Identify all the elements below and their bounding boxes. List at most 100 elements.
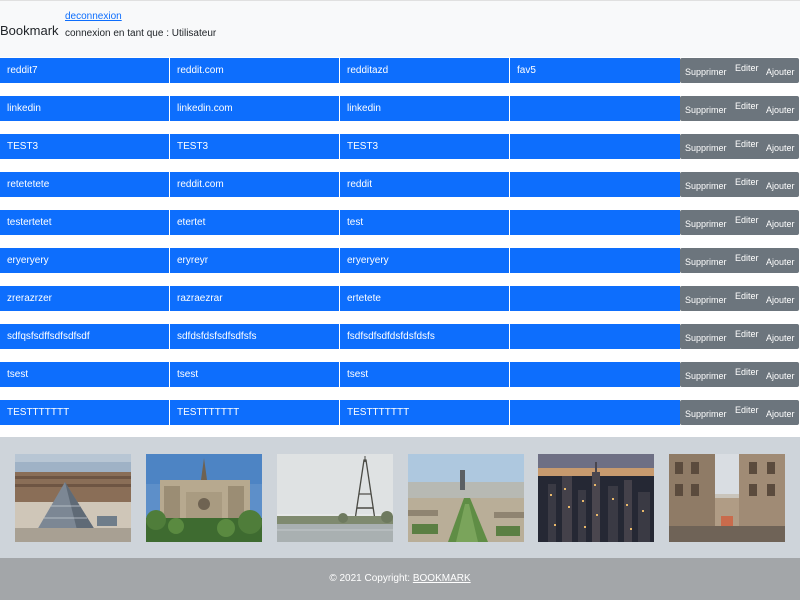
bookmark-name: testertetet xyxy=(0,210,169,235)
bookmark-title: fsdfsdfsdfdsfdsfdsfs xyxy=(340,324,509,349)
add-button[interactable]: Ajouter xyxy=(766,333,795,343)
add-button[interactable]: Ajouter xyxy=(766,143,795,153)
add-button[interactable]: Ajouter xyxy=(766,219,795,229)
bookmark-tag xyxy=(510,172,680,197)
bookmark-row: TESTTTTTTT TESTTTTTTT TESTTTTTTT Supprim… xyxy=(0,400,800,425)
row-actions: Supprimer Editer Ajouter xyxy=(680,172,799,197)
delete-button[interactable]: Supprimer xyxy=(685,105,727,115)
bookmark-url: razraezrar xyxy=(170,286,339,311)
edit-button[interactable]: Editer xyxy=(735,139,759,149)
row-actions: Supprimer Editer Ajouter xyxy=(680,210,799,235)
bookmark-tag xyxy=(510,96,680,121)
bookmark-tag xyxy=(510,362,680,387)
bookmark-title: linkedin xyxy=(340,96,509,121)
bookmark-title: ertetete xyxy=(340,286,509,311)
bookmark-row: reddit7 reddit.com redditazd fav5 Suppri… xyxy=(0,58,800,83)
delete-button[interactable]: Supprimer xyxy=(685,219,727,229)
add-button[interactable]: Ajouter xyxy=(766,181,795,191)
bookmark-row: sdfqsfsdffsdfsdfsdf sdfdsfdsfsdfsdfsfs f… xyxy=(0,324,800,349)
edit-button[interactable]: Editer xyxy=(735,253,759,263)
bookmark-name: tsest xyxy=(0,362,169,387)
footer: © 2021 Copyright: BOOKMARK xyxy=(0,558,800,600)
bookmark-row: testertetet etertet test Supprimer Edite… xyxy=(0,210,800,235)
bookmark-url: reddit.com xyxy=(170,58,339,83)
add-button[interactable]: Ajouter xyxy=(766,67,795,77)
edit-button[interactable]: Editer xyxy=(735,329,759,339)
bookmark-tag: fav5 xyxy=(510,58,680,83)
bookmark-name: sdfqsfsdffsdfsdfsdf xyxy=(0,324,169,349)
delete-button[interactable]: Supprimer xyxy=(685,295,727,305)
row-actions: Supprimer Editer Ajouter xyxy=(680,248,799,273)
bookmark-tag xyxy=(510,134,680,159)
edit-button[interactable]: Editer xyxy=(735,63,759,73)
bookmark-tag xyxy=(510,248,680,273)
bookmark-name: retetetete xyxy=(0,172,169,197)
edit-button[interactable]: Editer xyxy=(735,177,759,187)
bookmark-row: linkedin linkedin.com linkedin Supprimer… xyxy=(0,96,800,121)
row-actions: Supprimer Editer Ajouter xyxy=(680,96,799,121)
bookmark-title: reddit xyxy=(340,172,509,197)
edit-button[interactable]: Editer xyxy=(735,291,759,301)
bookmark-row: eryeryery eryreyr eryeryery Supprimer Ed… xyxy=(0,248,800,273)
edit-button[interactable]: Editer xyxy=(735,101,759,111)
bookmark-name: TEST3 xyxy=(0,134,169,159)
bookmark-title: TESTTTTTTT xyxy=(340,400,509,425)
delete-button[interactable]: Supprimer xyxy=(685,333,727,343)
delete-button[interactable]: Supprimer xyxy=(685,181,727,191)
bookmark-name: eryeryery xyxy=(0,248,169,273)
row-actions: Supprimer Editer Ajouter xyxy=(680,362,799,387)
photo-paris-panorama xyxy=(408,454,524,542)
bookmark-row: tsest tsest tsest Supprimer Editer Ajout… xyxy=(0,362,800,387)
bookmark-title: redditazd xyxy=(340,58,509,83)
bookmark-title: eryeryery xyxy=(340,248,509,273)
bookmark-name: TESTTTTTTT xyxy=(0,400,169,425)
delete-button[interactable]: Supprimer xyxy=(685,143,727,153)
bookmark-title: tsest xyxy=(340,362,509,387)
footer-brand-link[interactable]: BOOKMARK xyxy=(413,573,471,584)
bookmark-row: retetetete reddit.com reddit Supprimer E… xyxy=(0,172,800,197)
bookmark-row: TEST3 TEST3 TEST3 Supprimer Editer Ajout… xyxy=(0,134,800,159)
bookmark-name: linkedin xyxy=(0,96,169,121)
bookmark-url: TESTTTTTTT xyxy=(170,400,339,425)
bookmark-title: TEST3 xyxy=(340,134,509,159)
bookmark-url: reddit.com xyxy=(170,172,339,197)
login-status-text: connexion en tant que : Utilisateur xyxy=(65,28,217,39)
photo-city-skyline xyxy=(538,454,654,542)
photo-paris-street xyxy=(669,454,785,542)
photo-louvre xyxy=(15,454,131,542)
row-actions: Supprimer Editer Ajouter xyxy=(680,58,799,83)
bookmark-url: sdfdsfdsfsdfsdfsfs xyxy=(170,324,339,349)
row-actions: Supprimer Editer Ajouter xyxy=(680,324,799,349)
add-button[interactable]: Ajouter xyxy=(766,295,795,305)
row-actions: Supprimer Editer Ajouter xyxy=(680,400,799,425)
bookmark-url: eryreyr xyxy=(170,248,339,273)
delete-button[interactable]: Supprimer xyxy=(685,257,727,267)
add-button[interactable]: Ajouter xyxy=(766,257,795,267)
delete-button[interactable]: Supprimer xyxy=(685,371,727,381)
bookmark-url: etertet xyxy=(170,210,339,235)
add-button[interactable]: Ajouter xyxy=(766,105,795,115)
bookmark-url: TEST3 xyxy=(170,134,339,159)
add-button[interactable]: Ajouter xyxy=(766,409,795,419)
bookmark-name: reddit7 xyxy=(0,58,169,83)
brand-title[interactable]: Bookmark xyxy=(0,23,59,38)
bookmark-tag xyxy=(510,286,680,311)
edit-button[interactable]: Editer xyxy=(735,215,759,225)
bookmark-name: zrerazrzer xyxy=(0,286,169,311)
bookmark-tag xyxy=(510,400,680,425)
edit-button[interactable]: Editer xyxy=(735,367,759,377)
navbar: Bookmark deconnexion connexion en tant q… xyxy=(0,0,800,57)
delete-button[interactable]: Supprimer xyxy=(685,67,727,77)
row-actions: Supprimer Editer Ajouter xyxy=(680,286,799,311)
bookmark-url: tsest xyxy=(170,362,339,387)
add-button[interactable]: Ajouter xyxy=(766,371,795,381)
photo-notre-dame xyxy=(146,454,262,542)
edit-button[interactable]: Editer xyxy=(735,405,759,415)
bookmark-row: zrerazrzer razraezrar ertetete Supprimer… xyxy=(0,286,800,311)
photo-eiffel-tower xyxy=(277,454,393,542)
bookmark-tag xyxy=(510,324,680,349)
delete-button[interactable]: Supprimer xyxy=(685,409,727,419)
row-actions: Supprimer Editer Ajouter xyxy=(680,134,799,159)
copyright-text: © 2021 Copyright: xyxy=(329,573,413,584)
logout-link[interactable]: deconnexion xyxy=(65,11,122,22)
